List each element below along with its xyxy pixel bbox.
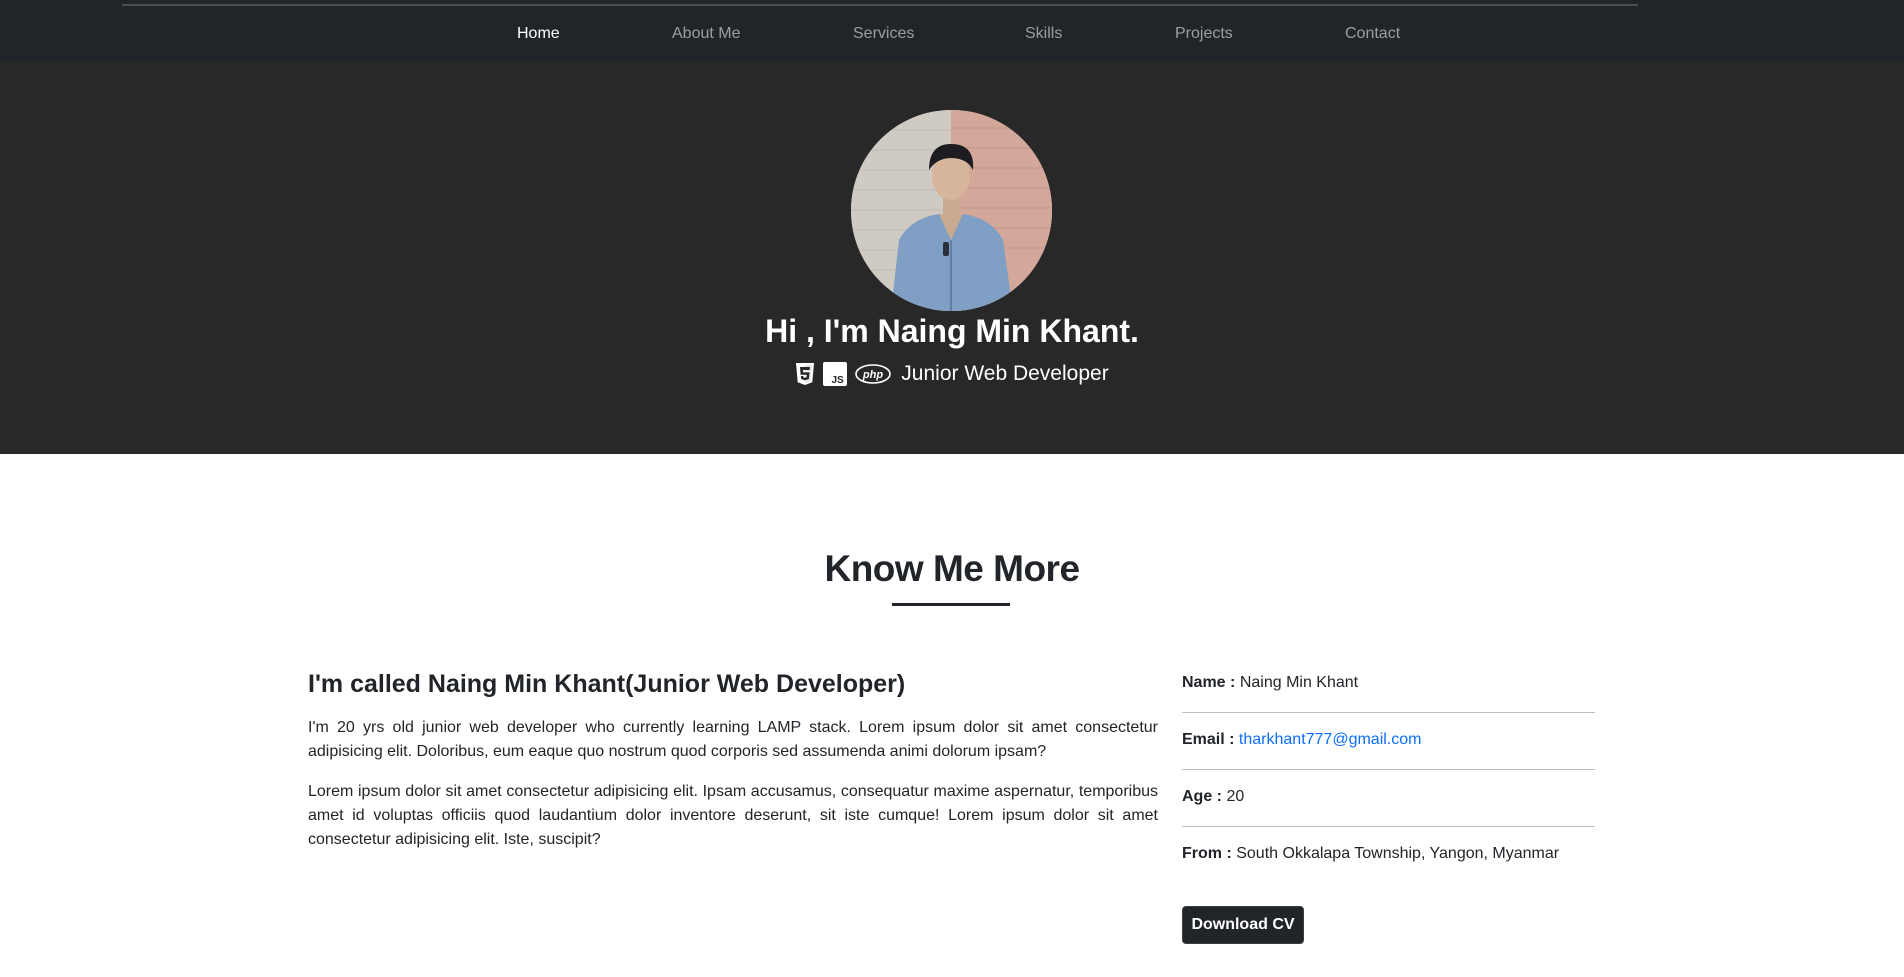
nav-list: Home About Me Services Skills Projects C…: [0, 0, 1904, 61]
info-from-label: From :: [1182, 845, 1232, 862]
info-divider: [1182, 712, 1595, 713]
info-divider: [1182, 769, 1595, 770]
hero-role: Junior Web Developer: [901, 362, 1109, 385]
info-from-value: South Okkalapa Township, Yangon, Myanmar: [1236, 845, 1560, 862]
info-name: Name : Naing Min Khant: [1182, 673, 1595, 693]
info-age-value: 20: [1226, 788, 1245, 805]
hero-title: Hi , I'm Naing Min Khant.: [765, 313, 1139, 349]
nav-link-services[interactable]: Services: [853, 24, 914, 44]
nav-link-skills[interactable]: Skills: [1025, 24, 1062, 44]
js-icon: JS: [823, 362, 848, 386]
section-title: Know Me More: [824, 548, 1080, 589]
info-name-value: Naing Min Khant: [1239, 674, 1359, 691]
info-age: Age : 20: [1182, 787, 1595, 807]
nav-link-home[interactable]: Home: [517, 24, 560, 44]
hero-section: Hi , I'm Naing Min Khant. JS php Junior …: [0, 61, 1904, 454]
about-paragraph-1: I'm 20 yrs old junior web developer who …: [308, 719, 1158, 760]
info-from: From : South Okkalapa Township, Yangon, …: [1182, 844, 1595, 864]
php-icon: php: [855, 364, 892, 384]
hero-subtitle: JS php Junior Web Developer: [0, 359, 1904, 389]
html5-icon: [795, 362, 815, 386]
navbar: Home About Me Services Skills Projects C…: [0, 0, 1904, 61]
svg-text:php: php: [862, 369, 883, 381]
svg-text:JS: JS: [832, 375, 845, 386]
download-cv-button[interactable]: Download CV: [1182, 906, 1304, 944]
nav-link-about-me[interactable]: About Me: [672, 24, 740, 44]
profile-photo: [851, 110, 1052, 311]
nav-link-projects[interactable]: Projects: [1175, 24, 1233, 44]
info-divider: [1182, 826, 1595, 827]
info-age-label: Age :: [1182, 788, 1222, 805]
nav-link-contact[interactable]: Contact: [1345, 24, 1400, 44]
email-link[interactable]: tharkhant777@gmail.com: [1239, 731, 1422, 748]
about-paragraph-2: Lorem ipsum dolor sit amet consectetur a…: [308, 783, 1158, 848]
section-title-underline: [892, 603, 1010, 606]
about-heading: I'm called Naing Min Khant(Junior Web De…: [308, 670, 906, 698]
info-name-label: Name :: [1182, 674, 1236, 691]
info-email-label: Email :: [1182, 731, 1235, 748]
info-email: Email : tharkhant777@gmail.com: [1182, 730, 1595, 750]
